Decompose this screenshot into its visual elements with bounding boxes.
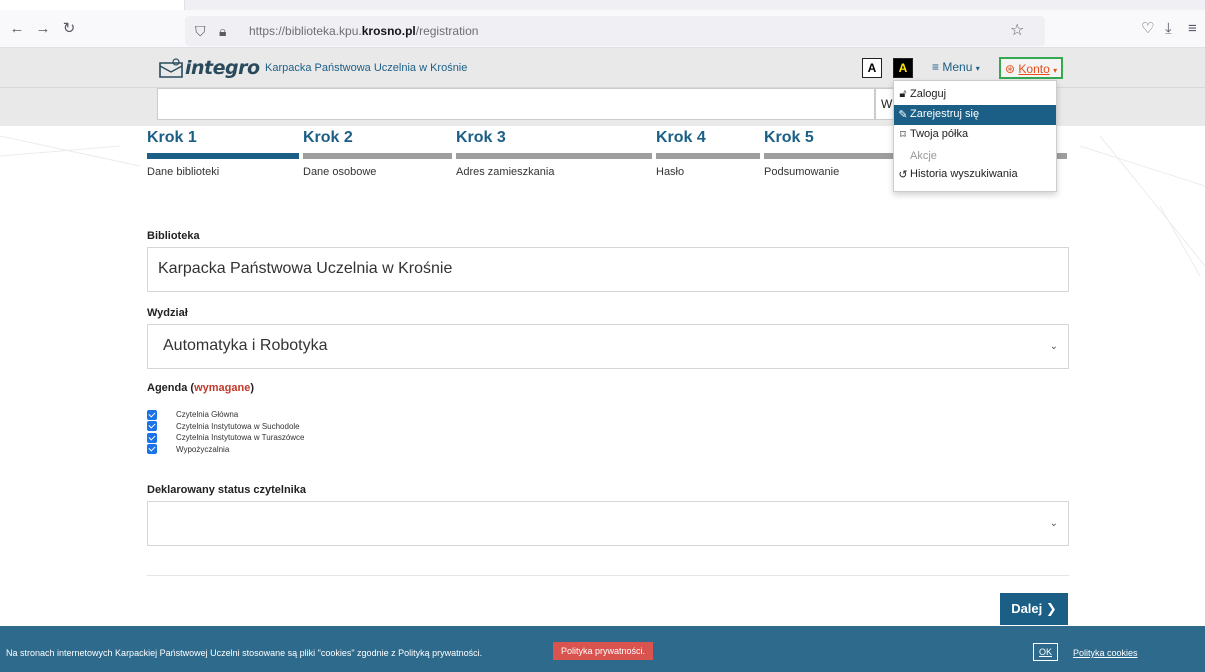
shield-icon[interactable]: ⛉ [195,22,206,40]
divider [147,575,1069,576]
step-1: Krok 1 [147,129,197,147]
lock-icon[interactable]: 🔒︎ [219,22,226,40]
institution-name[interactable]: Karpacka Państwowa Uczelnia w Krośnie [265,62,467,74]
library-label: Biblioteka [147,230,200,242]
menu-section-header: Akcje [910,150,937,162]
chevron-right-icon: ❯ [1045,601,1057,616]
menu-item-label: Historia wyszukiwania [910,168,1018,180]
tab-strip [0,0,1205,10]
agenda-label-text: Agenda [147,382,188,394]
step-1-progress-bar [147,153,299,159]
next-label: Dalej [1011,601,1043,616]
step-label: Adres zamieszkania [456,166,555,178]
faculty-value: Automatyka i Robotyka [163,337,328,354]
chevron-down-icon: ⌄ [1049,341,1058,352]
agenda-checkbox[interactable] [147,432,157,443]
history-icon: ↺ [898,169,908,181]
agenda-item-label: Czytelnia Główna [176,410,239,419]
pocket-icon[interactable]: ♡ [1141,20,1154,38]
agenda-label: Agenda (wymagane) [147,382,254,394]
cookie-ok-button[interactable]: OK [1033,643,1058,661]
menu-item-shelf[interactable]: ⌑ Twoja półka [894,125,1056,145]
next-button[interactable]: Dalej ❯ [1000,593,1068,625]
step-2: Krok 2 [303,129,353,147]
step-title: Krok 2 [303,129,353,146]
user-icon: ⊛ [1005,62,1016,76]
step-label: Podsumowanie [764,166,840,178]
chevron-down-icon: ⌄ [1049,518,1058,529]
active-tab[interactable] [0,0,185,10]
agenda-item-label: Czytelnia Instytutowa w Suchodole [176,421,300,431]
reader-status-label: Deklarowany status czytelnika [147,484,306,496]
contrast-normal-button[interactable]: A [862,58,882,78]
agenda-item-label: Czytelnia Instytutowa w Turaszówce [176,433,305,442]
logo-text: integro [185,57,260,79]
step-title: Krok 1 [147,129,197,146]
download-icon[interactable]: ⤓ [1165,20,1172,38]
search-input[interactable] [157,88,875,120]
menu-button[interactable]: ≡ Menu ▾ [932,60,980,74]
bookmark-icon: ⌑ [900,129,906,141]
step-4: Krok 4 [656,129,706,147]
account-dropdown-menu: 🔓︎ Zaloguj ✎ Zarejestruj się ⌑ Twoja półka … [893,80,1057,192]
menu-item-label: Twoja półka [910,128,969,140]
reader-status-select[interactable]: ⌄ [147,501,1069,546]
account-button[interactable]: ⊛ Konto ▾ [999,57,1064,79]
step-label: Hasło [656,166,685,178]
agenda-checkbox[interactable] [147,444,157,454]
agenda-item-label: Wypożyczalnia [176,444,230,454]
url-text[interactable]: https://biblioteka.kpu.krosno.pl/registr… [249,24,478,38]
list-item: Wypożyczalnia [147,444,305,455]
step-5: Krok 5 [764,129,814,147]
menu-item-register[interactable]: ✎ Zarejestruj się [894,105,1056,125]
faculty-label: Wydział [147,307,188,319]
step-title: Krok 3 [456,129,506,146]
contrast-high-button[interactable]: A [893,58,913,78]
menu-item-search-history[interactable]: ↺ Historia wyszukiwania [894,165,1056,185]
list-item: Czytelnia Instytutowa w Turaszówce [147,432,305,443]
caret-down-icon: ▾ [975,64,980,73]
integro-logo[interactable]: integro [158,55,260,81]
step-label: Dane biblioteki [147,166,220,178]
edit-icon: ✎ [898,109,908,121]
forward-icon[interactable]: → [34,20,52,38]
browser-toolbar: ← → ↻ ⛉ 🔒︎ https://biblioteka.kpu.krosno… [0,0,1205,48]
account-label: Konto [1018,62,1050,76]
step-title: Krok 4 [656,129,706,146]
step-2-progress-bar [303,153,452,159]
cookie-banner: Na stronach internetowych Karpackiej Pań… [0,626,1205,672]
caret-down-icon: ▾ [1053,66,1058,75]
required-marker: wymagane [194,382,251,394]
back-icon[interactable]: ← [8,20,26,38]
menu-icon: ≡ [932,60,940,74]
menu-item-label: Zarejestruj się [910,108,980,120]
step-title: Krok 5 [764,129,814,146]
menu-label: Menu [942,60,973,74]
faculty-select[interactable]: Automatyka i Robotyka ⌄ [147,324,1069,369]
hamburger-menu-icon[interactable]: ≡ [1188,20,1197,38]
privacy-policy-button[interactable]: Polityka prywatności. [553,642,654,660]
address-bar[interactable]: ⛉ 🔒︎ https://biblioteka.kpu.krosno.pl/re… [185,16,1045,46]
bookmark-star-icon[interactable]: ☆ [1010,22,1024,40]
library-field[interactable]: Karpacka Państwowa Uczelnia w Krośnie [147,247,1069,292]
agenda-checkbox[interactable] [147,421,157,431]
step-label: Dane osobowe [303,166,377,178]
lock-icon: 🔓︎ [899,88,907,100]
step-4-progress-bar [656,153,760,159]
menu-item-label: Zaloguj [910,88,947,100]
envelope-icon [158,58,184,78]
list-item: Czytelnia Główna [147,409,305,420]
agenda-checkbox[interactable] [147,409,157,420]
cookie-policy-link[interactable]: Polityka cookies [1073,648,1138,658]
list-item: Czytelnia Instytutowa w Suchodole [147,421,305,432]
step-3: Krok 3 [456,129,506,147]
cookie-text: Na stronach internetowych Karpackiej Pań… [6,648,483,658]
background-decoration [0,135,1205,277]
menu-item-login[interactable]: 🔓︎ Zaloguj [894,85,1056,105]
reload-icon[interactable]: ↻ [60,20,78,38]
step-3-progress-bar [456,153,652,159]
agenda-list: Czytelnia Główna Czytelnia Instytutowa w… [147,409,305,455]
